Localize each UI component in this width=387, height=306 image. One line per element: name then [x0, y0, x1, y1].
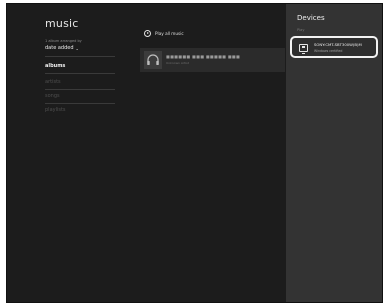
devices-panel: Devices Play SONY:CMT-SBT300W(B)M Window… — [286, 4, 382, 302]
album-tile[interactable]: ■■■■■■ ■■■ ■■■■■ ■■■ Unknown Artist — [140, 48, 285, 72]
device-name: SONY:CMT-SBT300W(B)M — [314, 42, 362, 47]
play-all-button[interactable]: Play all music — [144, 30, 184, 37]
device-speaker-icon — [299, 44, 308, 54]
divider — [45, 56, 115, 57]
sort-dropdown[interactable]: date added ⌄ — [45, 45, 79, 51]
nav-item-albums[interactable]: albums — [45, 63, 65, 69]
sort-caption: 1 album arranged by — [45, 39, 82, 43]
album-title: ■■■■■■ ■■■ ■■■■■ ■■■ — [166, 54, 241, 59]
nav-item-songs[interactable]: songs — [45, 93, 60, 99]
headphones-icon — [144, 51, 162, 69]
play-icon — [144, 30, 151, 37]
music-app-window: music 1 album arranged by date added ⌄ a… — [6, 3, 383, 303]
divider — [45, 73, 115, 74]
devices-title: Devices — [297, 14, 325, 22]
nav-item-artists[interactable]: artists — [45, 79, 61, 85]
chevron-down-icon: ⌄ — [75, 45, 79, 51]
device-item[interactable]: SONY:CMT-SBT300W(B)M Windows certified — [290, 36, 378, 58]
app-title: music — [45, 17, 79, 30]
nav-item-playlists[interactable]: playlists — [45, 107, 66, 113]
album-artist: Unknown Artist — [166, 61, 189, 65]
divider — [45, 103, 115, 104]
devices-subtitle: Play — [297, 28, 305, 32]
play-all-label: Play all music — [155, 31, 184, 36]
sort-value: date added — [45, 45, 74, 51]
divider — [45, 89, 115, 90]
device-status: Windows certified — [314, 48, 343, 53]
main-area: music 1 album arranged by date added ⌄ a… — [7, 4, 286, 302]
